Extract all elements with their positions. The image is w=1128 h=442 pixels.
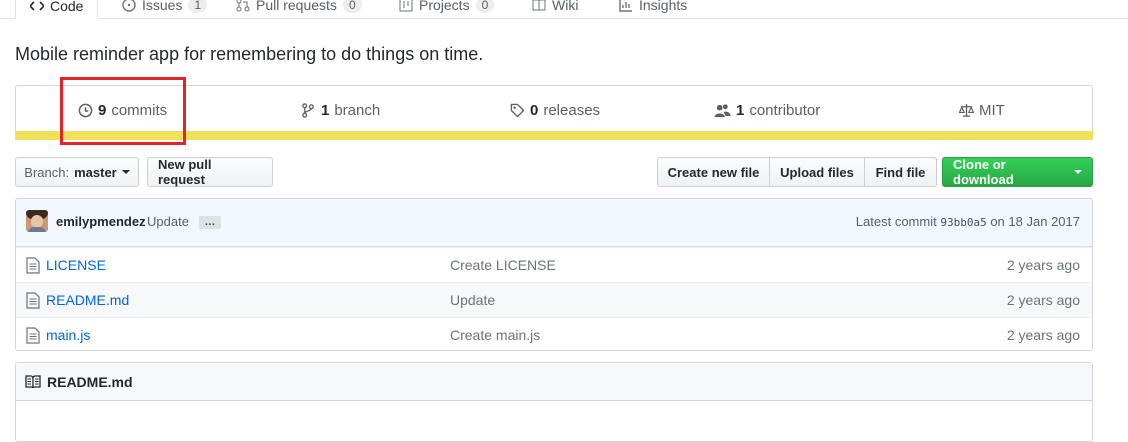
file-commit-message[interactable]: Update <box>450 292 495 308</box>
clone-label: Clone or download <box>953 157 1014 187</box>
book-icon <box>25 374 41 388</box>
tab-code[interactable]: Code <box>15 0 99 19</box>
commit-sha-link[interactable]: 93bb0a5 <box>940 216 986 229</box>
contributors-link[interactable]: 1 contributor <box>714 100 820 120</box>
find-file-button[interactable]: Find file <box>864 157 937 187</box>
file-age: 2 years ago <box>1006 292 1080 308</box>
license-label: MIT <box>979 101 1005 119</box>
create-new-file-button[interactable]: Create new file <box>657 157 770 187</box>
tab-counter: 1 <box>188 0 208 13</box>
issue-icon <box>122 0 136 12</box>
releases-count: 0 <box>530 101 539 119</box>
file-name-link[interactable]: README.md <box>46 292 129 308</box>
graph-icon <box>619 0 632 12</box>
project-icon <box>399 0 413 11</box>
new-pull-request-button[interactable]: New pull request <box>147 157 273 187</box>
branch-select-button[interactable]: Branch: master <box>15 157 139 187</box>
commit-date: 18 Jan 2017 <box>1008 214 1080 229</box>
file-age: 2 years ago <box>1006 327 1080 343</box>
table-row: README.md Update 2 years ago <box>16 282 1092 317</box>
repo-description: Mobile reminder app for remembering to d… <box>15 44 484 64</box>
commit-date-prefix: on <box>990 214 1005 229</box>
branch-icon <box>302 102 314 118</box>
repo-nav-tabs: Code Issues 1 Pull requests 0 Projects 0… <box>0 0 1128 19</box>
upload-files-button[interactable]: Upload files <box>769 157 865 187</box>
commit-message-link[interactable]: Update <box>147 214 189 229</box>
chevron-down-icon <box>1074 170 1082 174</box>
branches-label: branch <box>334 101 381 119</box>
tab-label: Projects <box>419 0 470 13</box>
tab-label: Pull requests <box>256 0 337 13</box>
expand-commit-button[interactable]: … <box>199 216 221 229</box>
license-link[interactable]: MIT <box>959 100 1005 120</box>
file-commit-message[interactable]: Create main.js <box>450 327 540 343</box>
file-age: 2 years ago <box>1006 257 1080 273</box>
readme-title: README.md <box>47 373 133 390</box>
file-list: emilypmendez Update … Latest commit 93bb… <box>15 198 1093 351</box>
file-name-link[interactable]: main.js <box>46 327 90 343</box>
readme-panel: README.md <box>15 362 1093 442</box>
tag-icon <box>510 103 525 118</box>
tab-label: Insights <box>639 0 688 13</box>
releases-label: releases <box>543 101 601 119</box>
tab-counter: 0 <box>475 0 495 13</box>
tab-counter: 0 <box>342 0 362 13</box>
commit-author-link[interactable]: emilypmendez <box>56 214 146 229</box>
contributors-count: 1 <box>736 101 745 119</box>
branches-count: 1 <box>321 101 330 119</box>
law-icon <box>959 103 974 117</box>
file-name-link[interactable]: LICENSE <box>46 257 106 273</box>
tab-issues[interactable]: Issues 1 <box>122 0 208 19</box>
clone-or-download-button[interactable]: Clone or download <box>942 157 1093 187</box>
latest-commit-info: Latest commit 93bb0a5 on 18 Jan 2017 <box>856 214 1080 229</box>
latest-commit-bar: emilypmendez Update … Latest commit 93bb… <box>16 199 1092 247</box>
branch-prefix: Branch: <box>24 164 70 180</box>
code-icon <box>30 0 44 11</box>
tab-pull-requests[interactable]: Pull requests 0 <box>236 0 362 19</box>
file-icon <box>26 327 40 344</box>
avatar[interactable] <box>26 210 48 232</box>
people-icon <box>714 103 731 117</box>
table-row: main.js Create main.js 2 years ago <box>16 317 1092 350</box>
file-icon <box>26 257 40 274</box>
contributors-label: contributor <box>749 101 821 119</box>
tab-insights[interactable]: Insights <box>619 0 687 19</box>
pull-request-icon <box>236 0 250 11</box>
releases-link[interactable]: 0 releases <box>510 100 600 120</box>
tab-projects[interactable]: Projects 0 <box>399 0 495 19</box>
chevron-down-icon <box>121 170 130 174</box>
branches-link[interactable]: 1 branch <box>301 100 380 120</box>
annotation-highlight-box <box>60 77 186 145</box>
latest-commit-label: Latest commit <box>855 214 937 229</box>
tab-label: Issues <box>142 0 183 13</box>
file-actions-group: Create new file Upload files Find file <box>657 157 937 187</box>
file-icon <box>26 292 40 309</box>
readme-header: README.md <box>16 363 1092 401</box>
file-commit-message[interactable]: Create LICENSE <box>450 257 556 273</box>
branch-name: master <box>74 164 117 180</box>
tab-label: Wiki <box>552 0 579 13</box>
tab-label: Code <box>50 0 84 14</box>
tab-wiki[interactable]: Wiki <box>532 0 578 19</box>
table-row: LICENSE Create LICENSE 2 years ago <box>16 247 1092 282</box>
book-icon <box>532 0 546 10</box>
